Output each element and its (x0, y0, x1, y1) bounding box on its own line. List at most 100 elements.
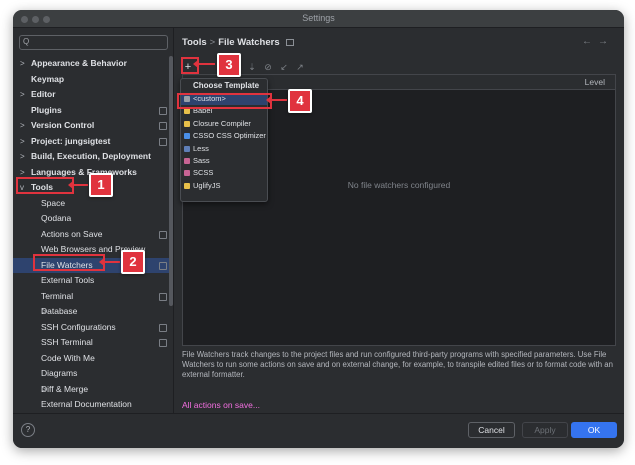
breadcrumb-file-watchers: File Watchers (218, 37, 280, 48)
project-scope-icon (159, 261, 167, 270)
search-input[interactable] (34, 36, 162, 48)
sidebar-item-label: Database (41, 306, 78, 316)
callout-badge-4: 4 (288, 89, 312, 113)
sidebar-item-diagrams[interactable]: Diagrams (13, 366, 173, 382)
template-icon (184, 145, 190, 152)
sidebar-item-label: SSH Terminal (41, 337, 93, 347)
sidebar-item-build-execution-deployment[interactable]: > Build, Execution, Deployment (13, 149, 173, 165)
template-label: Less (193, 143, 209, 153)
sidebar-item-label: Keymap (31, 73, 65, 84)
chevron-right-icon[interactable]: > (20, 149, 25, 165)
sidebar-item-space[interactable]: Space (13, 196, 173, 212)
sidebar-item-label: Project: jungsigtest (31, 135, 111, 146)
sidebar-item-label: Code With Me (41, 352, 95, 363)
project-scope-icon (159, 292, 167, 301)
sidebar-item-ssh-configurations[interactable]: SSH Configurations (13, 320, 173, 336)
project-scope-icon (159, 137, 167, 146)
template-icon (184, 182, 190, 189)
chevron-right-icon[interactable]: > (20, 87, 25, 103)
sidebar-item-appearance-behavior[interactable]: > Appearance & Behavior (13, 56, 173, 72)
sidebar-item-label: Appearance & Behavior (31, 58, 127, 68)
apply-button[interactable]: Apply (522, 422, 568, 438)
popup-title: Choose Template (193, 81, 260, 90)
template-item[interactable]: Less (181, 143, 267, 155)
callout-arrow-1 (68, 181, 88, 189)
forward-icon[interactable]: → (598, 36, 614, 47)
sidebar-item-external-tools[interactable]: External Tools (13, 273, 173, 289)
sidebar-item-plugins[interactable]: Plugins (13, 103, 173, 119)
chevron-right-icon[interactable]: > (20, 134, 25, 150)
template-label: Closure Compiler (193, 118, 251, 128)
sidebar-scrollbar[interactable] (169, 56, 173, 306)
sidebar-item-database[interactable]: > Database (13, 304, 173, 320)
project-scope-icon (159, 122, 167, 130)
sidebar-item-project-jungsigtest[interactable]: > Project: jungsigtest (13, 134, 173, 150)
template-label: UglifyJS (193, 180, 221, 190)
export-icon[interactable]: ↗ (294, 61, 306, 73)
breadcrumb: Tools > File Watchers (182, 37, 294, 48)
sidebar-item-label: SSH Configurations (41, 321, 116, 332)
template-icon (184, 157, 190, 164)
sidebar-item-label: Editor (31, 89, 56, 99)
chevron-right-icon[interactable]: > (20, 118, 25, 134)
template-item[interactable]: Closure Compiler (181, 118, 267, 130)
template-label: SCSS (193, 168, 214, 178)
sidebar-item-editor[interactable]: > Editor (13, 87, 173, 103)
template-item[interactable]: CSSO CSS Optimizer (181, 130, 267, 142)
template-label: Sass (193, 155, 210, 165)
cancel-button[interactable]: Cancel (468, 422, 515, 438)
window-title: Settings (302, 13, 335, 23)
template-item[interactable]: Sass (181, 155, 267, 167)
sidebar-item-code-with-me[interactable]: Code With Me (13, 351, 173, 367)
sidebar-item-external-documentation[interactable]: External Documentation (13, 397, 173, 413)
sidebar-item-label: Space (41, 197, 66, 208)
project-scope-icon (159, 230, 167, 239)
back-icon[interactable]: ← (582, 36, 598, 47)
sidebar-item-label: External Tools (41, 275, 95, 285)
sidebar-item-label: Diagrams (41, 368, 78, 378)
sidebar-item-qodana[interactable]: Qodana (13, 211, 173, 227)
navigation-arrows: ←→ (582, 36, 614, 47)
template-item[interactable]: UglifyJS (181, 180, 267, 192)
sidebar-item-actions-on-save[interactable]: Actions on Save (13, 227, 173, 243)
file-watchers-description: File Watchers track changes to the proje… (182, 350, 613, 379)
project-scope-icon (159, 339, 167, 347)
copy-icon[interactable]: ⊘ (262, 61, 274, 73)
callout-badge-1: 1 (89, 173, 113, 197)
settings-search[interactable]: Q (19, 35, 168, 50)
title-bar: Settings (13, 10, 624, 28)
project-scope-icon (159, 323, 167, 332)
sidebar-item-label: Terminal (41, 290, 74, 301)
sidebar-item-label: Build, Execution, Deployment (31, 151, 151, 161)
sidebar-item-version-control[interactable]: > Version Control (13, 118, 173, 134)
breadcrumb-separator: > (209, 37, 216, 48)
chevron-right-icon[interactable]: > (20, 56, 25, 72)
callout-arrow-2 (99, 258, 120, 266)
help-icon[interactable]: ? (21, 423, 35, 437)
callout-badge-2: 2 (121, 250, 145, 274)
highlight-file-watchers (33, 254, 105, 271)
import-icon[interactable]: ↙ (278, 61, 290, 73)
sidebar-item-ssh-terminal[interactable]: SSH Terminal (13, 335, 173, 351)
all-actions-on-save-link[interactable]: All actions on save... (182, 400, 260, 410)
sidebar-item-terminal[interactable]: Terminal (13, 289, 173, 305)
template-icon (184, 133, 190, 140)
callout-badge-3: 3 (217, 53, 241, 77)
template-item[interactable]: SCSS (181, 167, 267, 179)
breadcrumb-tools[interactable]: Tools (182, 37, 207, 48)
sidebar-item-label: Actions on Save (41, 228, 103, 239)
column-level[interactable]: Level (585, 77, 605, 87)
callout-arrow-3 (193, 60, 215, 68)
sidebar-item-label: External Documentation (41, 399, 132, 409)
sidebar-item-label: Qodana (41, 213, 72, 223)
settings-window: Settings Q > Appearance & Behavior Keymap >… (13, 10, 624, 448)
template-icon (184, 120, 190, 127)
search-icon: Q (23, 37, 30, 46)
project-scope-icon (159, 106, 167, 115)
sidebar-item-diff-merge[interactable]: > Diff & Merge (13, 382, 173, 398)
settings-tree: > Appearance & Behavior Keymap > Editor Plugi… (13, 56, 173, 428)
dialog-footer: ? Cancel Apply OK (13, 413, 624, 448)
sidebar-item-keymap[interactable]: Keymap (13, 72, 173, 88)
move-down-icon[interactable]: ⇣ (246, 61, 258, 73)
ok-button[interactable]: OK (571, 422, 617, 438)
